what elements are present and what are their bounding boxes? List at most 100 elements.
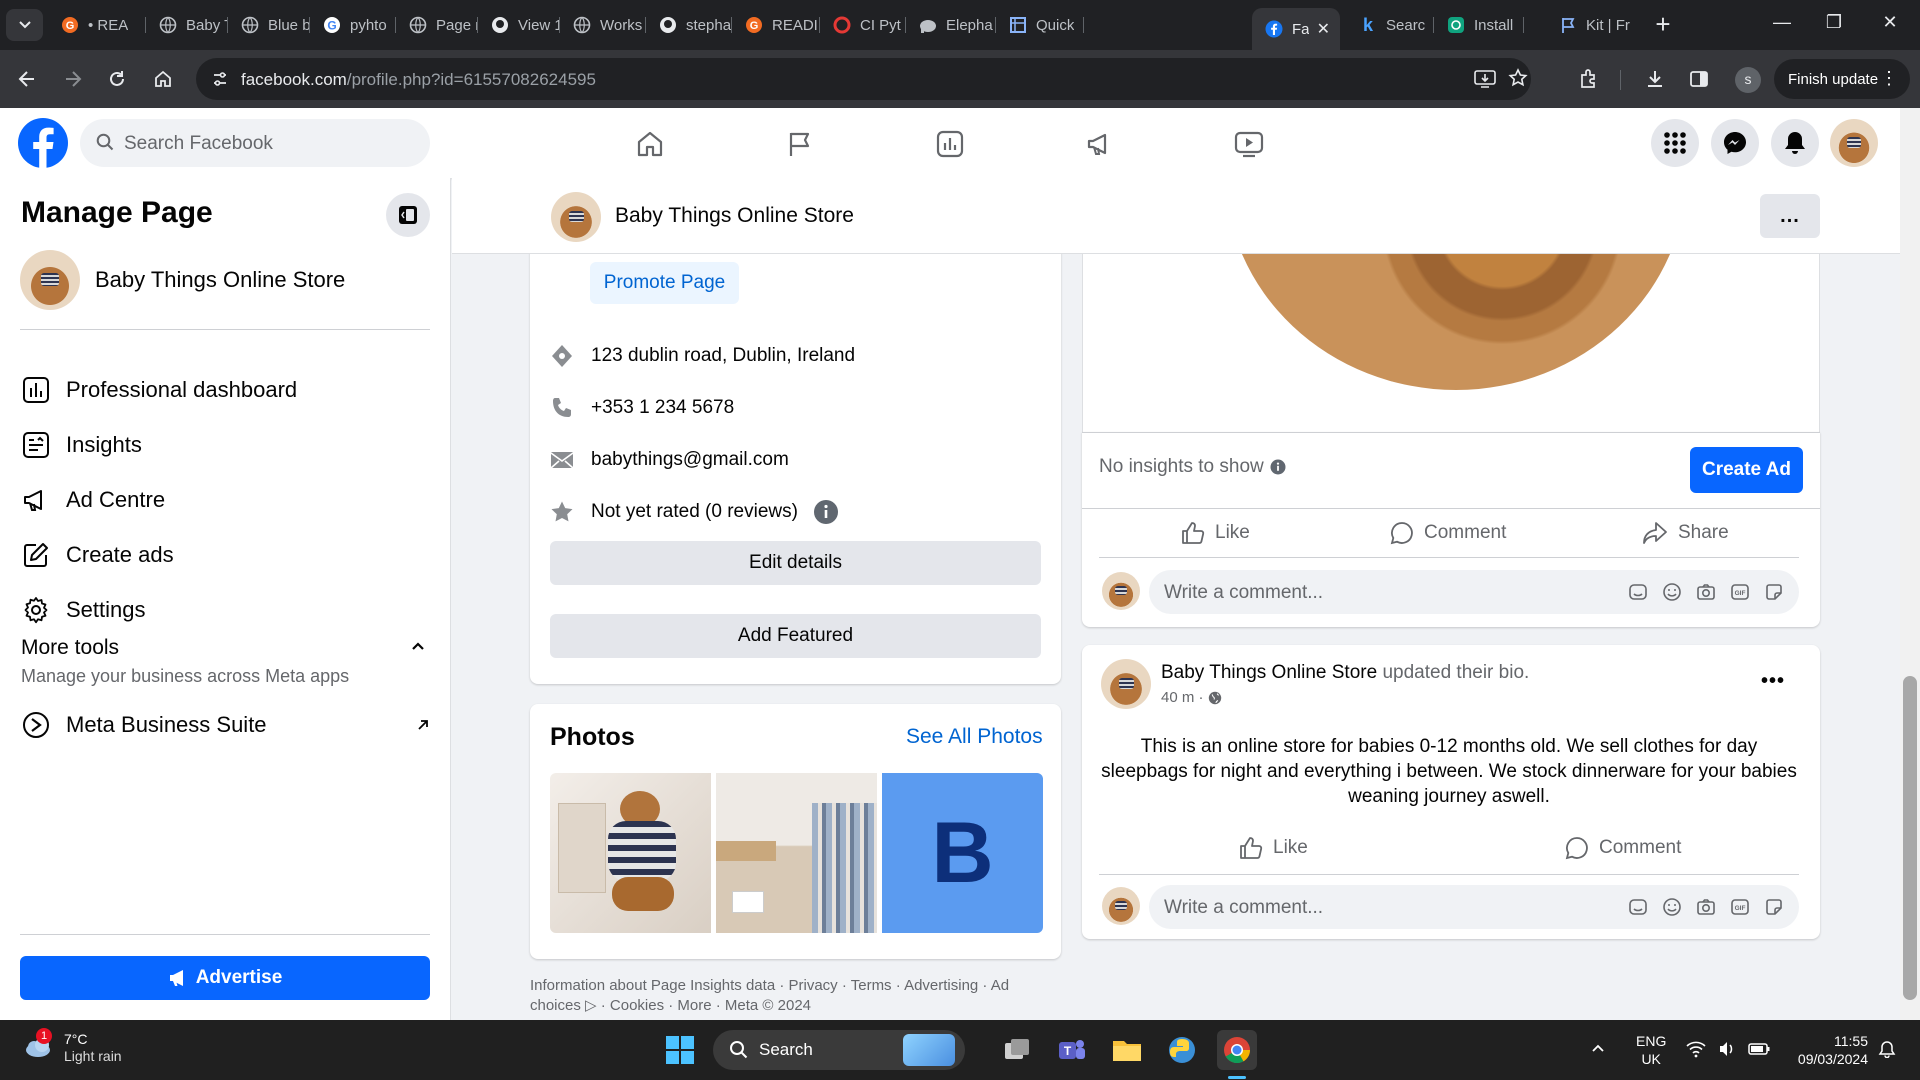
like-button[interactable]: Like [1239, 836, 1308, 860]
insights-icon[interactable] [932, 126, 968, 162]
downloads-icon[interactable] [1642, 66, 1668, 92]
restore-icon[interactable]: ❐ [1822, 12, 1846, 33]
task-view-button[interactable] [997, 1030, 1037, 1070]
post-author-link[interactable]: Baby Things Online Store [1161, 662, 1377, 683]
tab-9[interactable]: CI Pyt [820, 8, 906, 42]
footer-links[interactable]: Information about Page Insights data · P… [530, 976, 1050, 1016]
tab-15[interactable]: Kit | Fr [1546, 8, 1640, 42]
like-button[interactable]: Like [1181, 521, 1250, 545]
commenter-avatar[interactable] [1102, 887, 1140, 925]
tab-2[interactable]: Blue b [228, 8, 310, 42]
close-tab-icon[interactable]: ✕ [1317, 19, 1330, 39]
cover-photo[interactable] [1225, 254, 1687, 390]
home-icon[interactable] [150, 66, 176, 92]
account-avatar[interactable] [1830, 119, 1878, 167]
python-app[interactable] [1162, 1030, 1202, 1070]
sidebar-item-ad-centre[interactable]: Ad Centre [20, 478, 430, 522]
address-bar[interactable]: facebook.com/profile.php?id=615570826245… [196, 58, 1531, 100]
tab-10[interactable]: Elepha [906, 8, 996, 42]
close-window-icon[interactable]: ✕ [1878, 12, 1902, 33]
tab-5[interactable]: View 1 [478, 8, 560, 42]
avatar-sticker-icon[interactable] [1627, 581, 1649, 603]
collapse-sidebar-button[interactable] [386, 193, 430, 237]
megaphone-icon[interactable] [1082, 126, 1118, 162]
gif-icon[interactable]: GIF [1729, 581, 1751, 603]
tab-search-button[interactable] [6, 9, 43, 41]
comment-input[interactable]: Write a comment... GIF [1149, 885, 1799, 929]
chevron-up-icon[interactable] [410, 638, 426, 654]
bookmark-star-icon[interactable] [1508, 68, 1528, 88]
chevron-up-icon[interactable] [1590, 1040, 1606, 1056]
facebook-logo-icon[interactable] [18, 118, 68, 168]
notifications-button[interactable] [1771, 119, 1819, 167]
tab-6[interactable]: Works [560, 8, 646, 42]
sticker-icon[interactable] [1763, 896, 1785, 918]
clock[interactable]: 11:55 09/03/2024 [1798, 1032, 1868, 1068]
forward-icon[interactable] [60, 66, 86, 92]
edit-details-button[interactable]: Edit details [550, 541, 1041, 585]
more-tools-heading[interactable]: More tools [21, 636, 119, 660]
tab-facebook-active[interactable]: Fa ✕ [1252, 8, 1340, 50]
advertise-button[interactable]: Advertise [20, 956, 430, 1000]
camera-icon[interactable] [1695, 581, 1717, 603]
chrome-app-active[interactable] [1217, 1030, 1257, 1070]
see-all-photos-link[interactable]: See All Photos [906, 725, 1043, 749]
share-button[interactable]: Share [1642, 521, 1729, 545]
start-button[interactable] [660, 1030, 700, 1070]
photo-shop-interior[interactable] [716, 773, 877, 933]
emoji-icon[interactable] [1661, 581, 1683, 603]
info-icon[interactable] [1270, 459, 1286, 475]
profile-avatar[interactable]: s [1735, 67, 1761, 93]
sticker-icon[interactable] [1763, 581, 1785, 603]
post-author-avatar[interactable] [1101, 659, 1151, 709]
finish-update-button[interactable]: Finish update ⋮ [1774, 59, 1910, 99]
comment-button[interactable]: Comment [1565, 836, 1681, 860]
post-more-options-icon[interactable]: ••• [1761, 670, 1785, 693]
taskbar-search[interactable]: Search [713, 1030, 965, 1070]
create-ad-button[interactable]: Create Ad [1690, 447, 1803, 493]
avatar-sticker-icon[interactable] [1627, 896, 1649, 918]
tab-1[interactable]: Baby T [146, 8, 228, 42]
weather-widget[interactable]: 1 7°C Light rain [22, 1028, 122, 1064]
tab-13[interactable]: k Searc [1346, 8, 1434, 42]
minimize-icon[interactable]: — [1770, 12, 1794, 33]
language-indicator[interactable]: ENG UK [1636, 1032, 1666, 1068]
extensions-icon[interactable] [1576, 66, 1602, 92]
photo-letter-tile[interactable]: B [882, 773, 1043, 933]
teams-app[interactable]: T [1052, 1030, 1092, 1070]
more-options-button[interactable]: ... [1760, 194, 1820, 238]
messenger-button[interactable] [1711, 119, 1759, 167]
promote-page-button[interactable]: Promote Page [590, 262, 739, 304]
reload-icon[interactable] [104, 66, 130, 92]
sidebar-item-create-ads[interactable]: Create ads [20, 533, 430, 577]
commenter-avatar[interactable] [1102, 572, 1140, 610]
sidebar-item-insights[interactable]: Insights [20, 423, 430, 467]
camera-icon[interactable] [1695, 896, 1717, 918]
sidebar-item-meta-business-suite[interactable]: Meta Business Suite [20, 703, 430, 747]
emoji-icon[interactable] [1661, 896, 1683, 918]
photo-teddy-bear[interactable] [550, 773, 711, 933]
sidebar-item-settings[interactable]: Settings [20, 588, 430, 632]
file-explorer-app[interactable] [1107, 1030, 1147, 1070]
tab-3[interactable]: Gpyhto [310, 8, 396, 42]
menu-grid-button[interactable] [1651, 119, 1699, 167]
post-timestamp[interactable]: 40 m · [1161, 689, 1204, 706]
tab-0[interactable]: G • REA [48, 8, 146, 42]
sidebar-page-switcher[interactable]: Baby Things Online Store [20, 250, 430, 310]
email-link[interactable]: babythings@gmail.com [591, 449, 789, 471]
tab-8[interactable]: G READI [732, 8, 820, 42]
comment-input[interactable]: Write a comment... GIF [1149, 570, 1799, 614]
system-tray-icons[interactable] [1686, 1040, 1770, 1058]
notification-bell-icon[interactable] [1878, 1040, 1896, 1058]
tab-11[interactable]: Quick [996, 8, 1084, 42]
info-icon[interactable] [813, 499, 839, 525]
tab-4[interactable]: Page r [396, 8, 478, 42]
home-icon[interactable] [632, 126, 668, 162]
facebook-search-input[interactable]: Search Facebook [80, 119, 430, 167]
flag-icon[interactable] [782, 126, 818, 162]
sidebar-item-professional-dashboard[interactable]: Professional dashboard [20, 368, 430, 412]
new-tab-button[interactable]: + [1648, 10, 1678, 40]
tab-14[interactable]: Install [1434, 8, 1524, 42]
add-featured-button[interactable]: Add Featured [550, 614, 1041, 658]
video-icon[interactable] [1231, 126, 1267, 162]
